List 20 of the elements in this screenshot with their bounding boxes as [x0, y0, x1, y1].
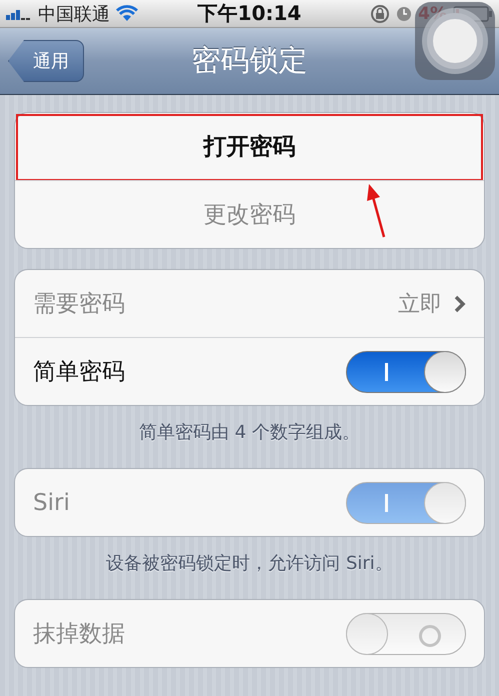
assistive-touch-button[interactable] [415, 2, 495, 80]
row-value: 立即 [398, 290, 442, 318]
row-label: Siri [33, 490, 71, 516]
toggle-switch[interactable] [346, 350, 466, 392]
row-label: 抹掉数据 [33, 620, 126, 649]
chevron-icon [454, 294, 466, 312]
clock-time: 下午10:14 [198, 0, 302, 27]
back-button[interactable]: 通用 [8, 40, 84, 82]
signal-icon [6, 8, 32, 20]
footer-note: 简单密码由 4 个数字组成。 [138, 421, 361, 444]
screen-title: 密码锁定 [192, 42, 308, 79]
row-label: 简单密码 [33, 358, 126, 387]
button-label: 更改密码 [204, 201, 296, 230]
footer-note: 设备被密码锁定时，允许访问 Siri。 [105, 552, 394, 575]
wifi-icon [116, 5, 138, 22]
button-label[interactable]: 打开密码 [204, 131, 296, 162]
carrier-name: 中国联通 [38, 2, 110, 26]
row-label: 需要密码 [33, 290, 126, 319]
rotation-lock-icon [370, 4, 390, 24]
clock-icon [396, 6, 412, 22]
